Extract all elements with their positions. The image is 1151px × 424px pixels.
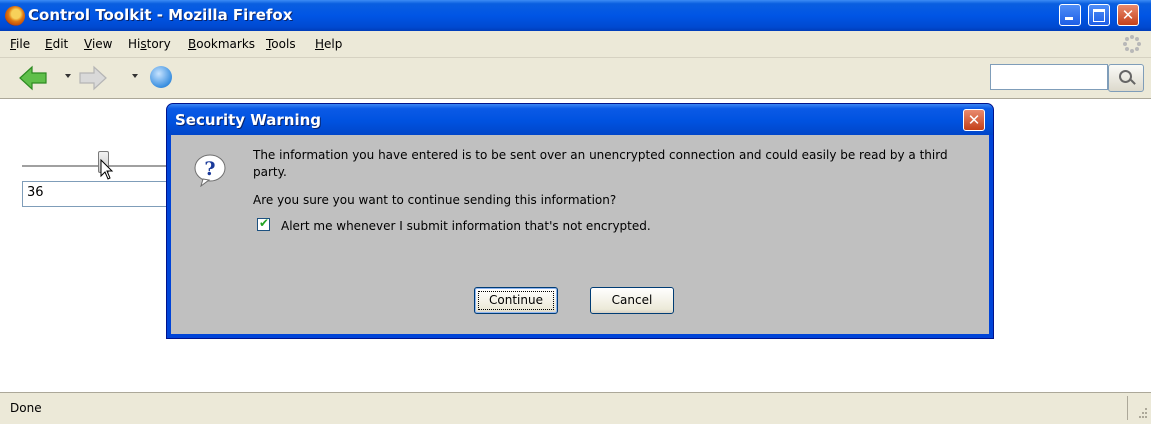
question-icon: ? [194,154,226,187]
forward-arrow-icon[interactable] [78,65,108,91]
status-bar: Done [0,391,1151,424]
back-dropdown-icon[interactable] [65,74,71,78]
firefox-logo-icon [5,6,25,26]
back-arrow-icon[interactable] [18,65,48,91]
reload-icon[interactable] [150,66,172,88]
menu-view[interactable]: View [84,37,112,51]
window-titlebar[interactable]: Control Toolkit - Mozilla Firefox ✕ [0,0,1151,31]
svg-text:?: ? [204,158,215,180]
window-title: Control Toolkit - Mozilla Firefox [28,6,293,24]
checkmark-icon: ✔ [259,216,270,230]
alert-checkbox[interactable]: ✔ [257,216,270,231]
menu-file[interactable]: File [10,37,30,51]
dialog-titlebar[interactable]: Security Warning ✕ [167,104,993,135]
close-window-button[interactable]: ✕ [1117,4,1139,26]
menu-edit[interactable]: Edit [45,37,68,51]
value-field[interactable]: 36 [22,181,172,207]
forward-dropdown-icon[interactable] [132,74,138,78]
dialog-close-button[interactable]: ✕ [963,109,985,131]
throbber-icon [1123,35,1141,53]
security-warning-dialog: Security Warning ✕ ? The information you… [166,103,994,339]
close-icon: ✕ [967,111,981,129]
continue-button[interactable]: Continue [474,287,558,314]
search-input[interactable] [990,64,1108,90]
alert-checkbox-label[interactable]: Alert me whenever I submit information t… [281,219,651,233]
resize-grip-icon[interactable] [1136,406,1148,420]
dialog-body: ? The information you have entered is to… [171,135,989,334]
status-text: Done [10,401,42,415]
maximize-button[interactable] [1088,4,1110,26]
menu-help[interactable]: Help [315,37,342,51]
close-icon: ✕ [1121,6,1135,24]
cancel-button-label: Cancel [611,293,653,307]
cancel-button[interactable]: Cancel [590,287,674,314]
menu-tools[interactable]: Tools [266,37,296,51]
menu-bar: File Edit View History Bookmarks Tools H… [0,31,1151,58]
dialog-message: The information you have entered is to b… [253,148,948,179]
mouse-cursor-icon [100,159,114,180]
slider-track[interactable] [22,165,172,168]
menu-history[interactable]: History [128,37,171,51]
dialog-question: Are you sure you want to continue sendin… [253,193,617,207]
dialog-title: Security Warning [175,111,322,129]
menu-bookmarks[interactable]: Bookmarks [188,37,255,51]
search-button[interactable] [1108,64,1144,92]
minimize-button[interactable] [1059,4,1081,26]
navigation-toolbar [0,58,1151,98]
